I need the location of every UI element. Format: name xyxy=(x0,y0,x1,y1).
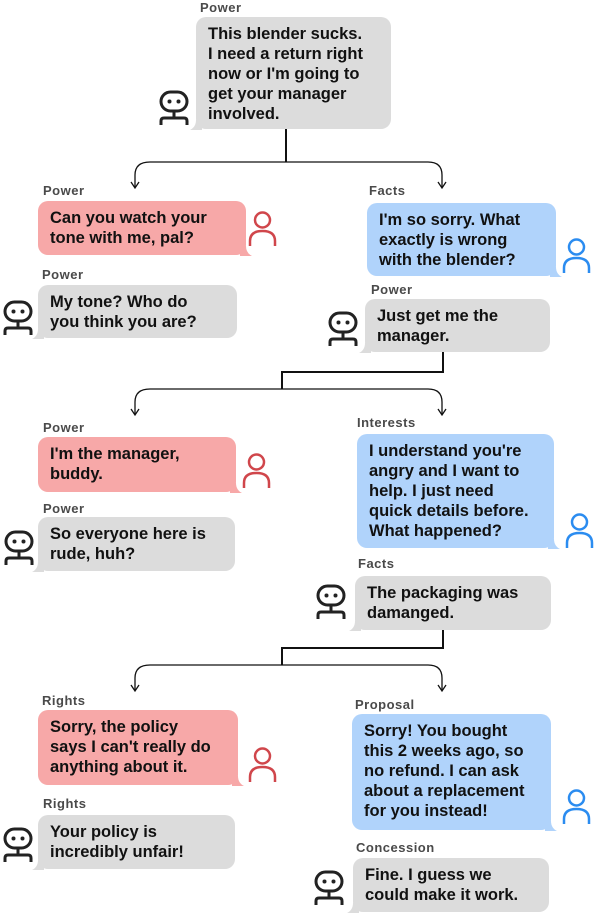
message-text: I'm the manager, buddy. xyxy=(50,445,180,483)
strategy-label: Power xyxy=(43,183,85,198)
agent-bubble: Sorry, the policy says I can't really do… xyxy=(38,710,244,786)
strategy-label: Interests xyxy=(357,415,416,430)
agent-bubble: I'm so sorry. What exactly is wrong with… xyxy=(367,203,562,277)
person-icon xyxy=(248,747,277,782)
strategy-label: Power xyxy=(43,501,85,516)
stem-line xyxy=(281,352,444,389)
customer-bubble: This blender sucks. I need a return righ… xyxy=(190,17,391,130)
message-text: I understand you're angry and I want to … xyxy=(369,442,529,540)
robot-icon xyxy=(3,300,33,335)
strategy-label: Facts xyxy=(369,183,406,198)
robot-icon xyxy=(159,90,189,125)
bubble-tail xyxy=(349,621,361,631)
message-text: Sorry! You bought this 2 weeks ago, so n… xyxy=(364,722,525,820)
robot-icon xyxy=(328,311,358,346)
customer-bubble: Your policy is incredibly unfair! xyxy=(32,815,235,870)
message-text: I'm so sorry. What exactly is wrong with… xyxy=(379,211,521,269)
strategy-label: Facts xyxy=(358,556,395,571)
bubble-tail xyxy=(232,776,244,786)
bubble-tail xyxy=(550,267,562,277)
customer-bubble: Just get me the manager. xyxy=(359,299,550,353)
strategy-label: Proposal xyxy=(355,697,415,712)
branch-connector-2 xyxy=(130,352,447,417)
person-icon xyxy=(248,211,277,246)
stem-line xyxy=(281,630,444,665)
person-icon xyxy=(242,453,271,488)
bubble-tail xyxy=(240,246,252,256)
strategy-label: Power xyxy=(371,282,413,297)
robot-icon xyxy=(3,827,33,862)
robot-icon xyxy=(316,584,346,619)
message-text: Fine. I guess we could make it work. xyxy=(365,866,519,904)
robot-icon xyxy=(314,870,344,905)
strategy-label: Power xyxy=(43,420,85,435)
message-text: Just get me the manager. xyxy=(377,307,499,345)
agent-bubble: Sorry! You bought this 2 weeks ago, so n… xyxy=(352,714,557,831)
agent-bubble: I understand you're angry and I want to … xyxy=(357,434,560,549)
bubble-tail xyxy=(548,539,560,549)
message-text: Sorry, the policy says I can't really do… xyxy=(50,718,211,776)
message-text: This blender sucks. I need a return righ… xyxy=(208,25,363,123)
message-text: The packaging was damanged. xyxy=(367,584,519,622)
strategy-label: Concession xyxy=(356,840,435,855)
person-icon xyxy=(565,513,594,548)
agent-bubble: Can you watch your tone with me, pal? xyxy=(38,201,252,256)
strategy-label: Power xyxy=(200,0,242,15)
branch-connector-3 xyxy=(130,630,447,693)
customer-bubble: My tone? Who do you think you are? xyxy=(32,285,237,339)
message-text: Can you watch your tone with me, pal? xyxy=(50,209,207,247)
split-arrow xyxy=(134,664,443,690)
customer-bubble: The packaging was damanged. xyxy=(349,576,551,631)
message-text: Your policy is incredibly unfair! xyxy=(50,823,184,861)
customer-bubble: So everyone here is rude, huh? xyxy=(32,517,235,572)
bubble-tail xyxy=(190,120,202,130)
bubble-tail xyxy=(359,343,371,353)
bubble-tail xyxy=(545,821,557,831)
strategy-label: Power xyxy=(42,267,84,282)
robot-icon xyxy=(4,530,34,565)
bubble-tail xyxy=(230,483,242,493)
person-icon xyxy=(562,238,591,273)
branch-connector-1 xyxy=(130,129,447,190)
agent-bubble: I'm the manager, buddy. xyxy=(38,437,242,493)
strategy-label: Rights xyxy=(42,693,86,708)
split-arrow xyxy=(134,388,443,414)
message-text: My tone? Who do you think you are? xyxy=(50,293,197,331)
person-icon xyxy=(562,789,591,824)
customer-bubble: Fine. I guess we could make it work. xyxy=(347,858,549,913)
message-text: So everyone here is rude, huh? xyxy=(50,525,206,563)
strategy-label: Rights xyxy=(43,796,87,811)
